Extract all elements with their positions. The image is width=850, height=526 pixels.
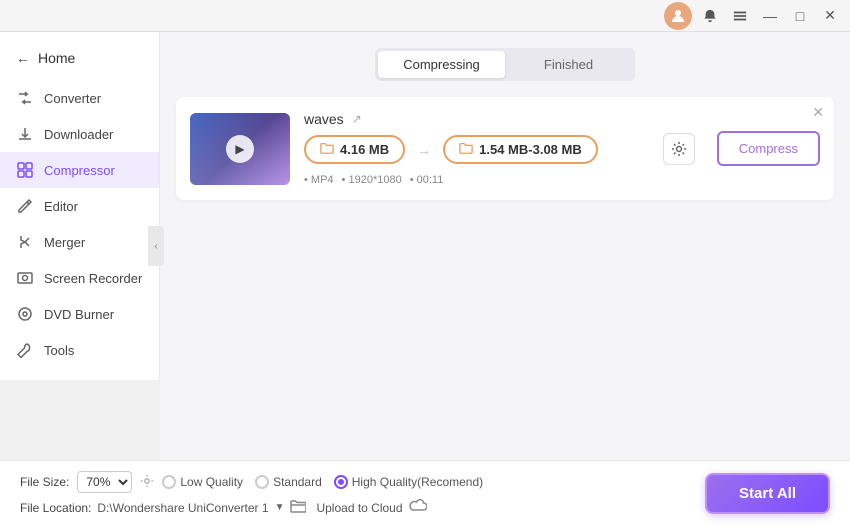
content-area: Compressing Finished ✕ ▶ waves ↗ [160,32,850,460]
open-folder-icon[interactable] [290,499,306,516]
radio-standard [255,475,269,489]
sidebar-item-label: Merger [44,235,85,250]
quality-high-option[interactable]: High Quality(Recomend) [334,475,483,489]
close-button[interactable]: ✕ [818,4,842,28]
play-button[interactable]: ▶ [226,135,254,163]
minimize-button[interactable]: — [758,4,782,28]
downloader-icon [16,125,34,143]
sidebar-item-dvd-burner[interactable]: DVD Burner [0,296,159,332]
converter-icon [16,89,34,107]
compressor-icon [16,161,34,179]
bottom-bar: File Size: 70% 50% 80% 90% Low Quality [0,460,850,526]
sidebar-item-downloader[interactable]: Downloader [0,116,159,152]
quality-high-label: High Quality(Recomend) [352,475,483,489]
back-arrow-icon: ← [16,50,30,66]
quality-low-option[interactable]: Low Quality [162,475,243,489]
file-name: waves [304,111,344,127]
sidebar-item-label: Screen Recorder [44,271,142,286]
folder-icon [320,141,334,158]
tools-icon [16,341,34,359]
sidebar-item-label: Compressor [44,163,115,178]
sidebar: ← Home Converter Downloader [0,32,160,380]
file-size-select[interactable]: 70% 50% 80% 90% [77,471,132,493]
sidebar-item-label: DVD Burner [44,307,114,322]
external-link-icon[interactable]: ↗ [352,112,362,126]
quality-radio-group: Low Quality Standard High Quality(Recome… [162,475,483,489]
original-size-box: 4.16 MB [304,135,405,164]
file-sizes-row: 4.16 MB → 1.54 MB-3.08 MB [304,135,641,164]
sidebar-item-merger[interactable]: Merger [0,224,159,260]
sidebar-item-label: Downloader [44,127,113,142]
tab-compressing[interactable]: Compressing [378,51,505,78]
sidebar-item-editor[interactable]: Editor [0,188,159,224]
tab-finished[interactable]: Finished [505,51,632,78]
compressed-size-value: 1.54 MB-3.08 MB [479,142,582,157]
screen-recorder-icon [16,269,34,287]
sidebar-item-label: Tools [44,343,74,358]
sidebar-item-converter[interactable]: Converter [0,80,159,116]
sidebar-item-tools[interactable]: Tools [0,332,159,368]
meta-duration: 00:11 [410,174,444,186]
user-avatar[interactable] [664,2,692,30]
meta-format: MP4 [304,174,334,186]
upload-cloud-label: Upload to Cloud [316,501,402,515]
original-size-value: 4.16 MB [340,142,389,157]
compress-button[interactable]: Compress [717,131,820,166]
bottom-left-controls: File Size: 70% 50% 80% 90% Low Quality [20,471,483,516]
merger-icon [16,233,34,251]
file-location-row: File Location: D:\Wondershare UniConvert… [20,499,483,516]
file-location-label: File Location: [20,501,91,515]
settings-button[interactable] [663,133,695,165]
location-path: D:\Wondershare UniConverter 1 [97,501,268,515]
folder-compressed-icon [459,141,473,158]
start-all-button[interactable]: Start All [705,473,830,514]
meta-resolution: 1920*1080 [342,174,402,186]
home-label: Home [38,50,75,66]
file-meta-original: MP4 1920*1080 00:11 [304,174,641,186]
file-size-label: File Size: [20,475,69,489]
notification-button[interactable] [698,4,722,28]
sidebar-item-label: Editor [44,199,78,214]
sidebar-home[interactable]: ← Home [0,44,159,80]
maximize-button[interactable]: □ [788,4,812,28]
radio-high [334,475,348,489]
sidebar-item-screen-recorder[interactable]: Screen Recorder [0,260,159,296]
sidebar-item-label: Converter [44,91,101,106]
menu-button[interactable] [728,4,752,28]
tabs-container: Compressing Finished [375,48,635,81]
arrow-right-icon: → [417,142,431,158]
quality-standard-option[interactable]: Standard [255,475,322,489]
dropdown-arrow-icon[interactable]: ▼ [275,502,285,513]
editor-icon [16,197,34,215]
radio-low [162,475,176,489]
file-name-row: waves ↗ [304,111,641,127]
video-thumbnail[interactable]: ▶ [190,113,290,185]
sidebar-item-compressor[interactable]: Compressor [0,152,159,188]
quality-standard-label: Standard [273,475,322,489]
compressed-size-box: 1.54 MB-3.08 MB [443,135,598,164]
cloud-icon[interactable] [409,499,427,516]
file-size-row: File Size: 70% 50% 80% 90% Low Quality [20,471,483,493]
title-bar: — □ ✕ [0,0,850,32]
file-info: waves ↗ 4.16 MB → [304,111,641,186]
sidebar-collapse-button[interactable]: ‹ [148,226,164,266]
settings-small-icon [140,474,154,491]
dvd-burner-icon [16,305,34,323]
file-card: ✕ ▶ waves ↗ 4.16 [176,97,834,200]
quality-low-label: Low Quality [180,475,243,489]
close-card-button[interactable]: ✕ [812,105,824,119]
